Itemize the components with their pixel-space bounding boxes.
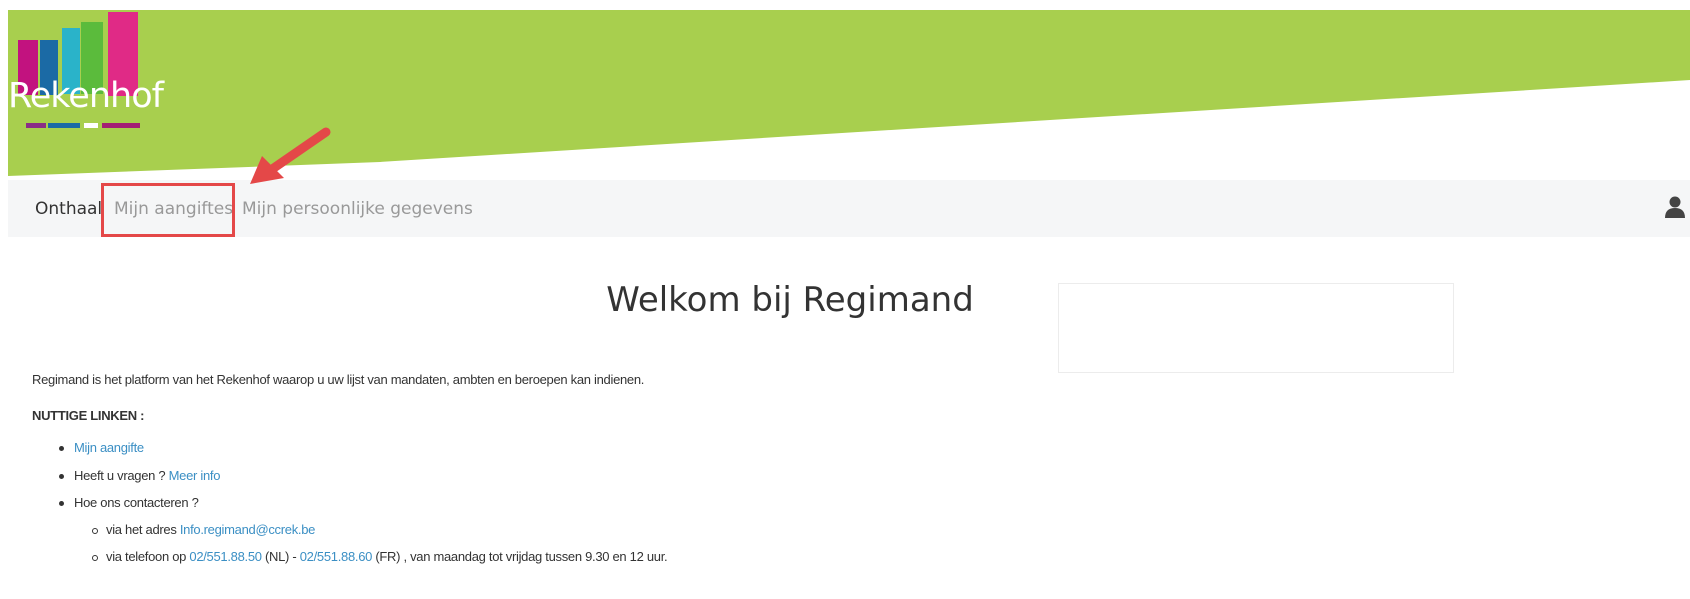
- side-panel: [1058, 283, 1454, 373]
- contact-text: Hoe ons contacteren ?: [74, 495, 199, 510]
- user-icon[interactable]: [1664, 194, 1690, 222]
- nav-item-onthaal[interactable]: Onthaal: [35, 199, 102, 219]
- link-meer-info[interactable]: Meer info: [169, 468, 221, 483]
- vragen-text: Heeft u vragen ? Meer info: [74, 468, 220, 483]
- rekenhof-logo[interactable]: [8, 10, 178, 140]
- tel-label: via telefoon op: [106, 549, 190, 564]
- bullet: [59, 501, 64, 506]
- adres-label: via het adres: [106, 522, 180, 537]
- arrow-icon: [240, 120, 340, 190]
- links-heading: NUTTIGE LINKEN :: [32, 408, 145, 423]
- adres-line: via het adres Info.regimand@ccrek.be: [106, 522, 315, 537]
- bullet: [59, 474, 64, 479]
- bullet: [59, 446, 64, 451]
- vragen-label: Heeft u vragen ?: [74, 468, 169, 483]
- link-email[interactable]: Info.regimand@ccrek.be: [180, 522, 316, 537]
- annotation-highlight-box: [101, 183, 235, 237]
- bullet: [92, 528, 98, 534]
- fr-label: (FR) , van maandag tot vrijdag tussen 9.…: [372, 549, 668, 564]
- nav-item-persoonlijke-gegevens[interactable]: Mijn persoonlijke gegevens: [242, 199, 473, 219]
- link-mijn-aangifte[interactable]: Mijn aangifte: [74, 440, 144, 455]
- link-tel-fr[interactable]: 02/551.88.60: [300, 549, 373, 564]
- bullet: [92, 555, 98, 561]
- intro-text: Regimand is het platform van het Rekenho…: [32, 372, 645, 387]
- telefoon-line: via telefoon op 02/551.88.50 (NL) - 02/5…: [106, 549, 668, 564]
- page-title: Welkom bij Regimand: [606, 280, 974, 320]
- nl-label: (NL) -: [261, 549, 300, 564]
- logo-text: Rekenhof: [8, 76, 164, 116]
- link-tel-nl[interactable]: 02/551.88.50: [189, 549, 262, 564]
